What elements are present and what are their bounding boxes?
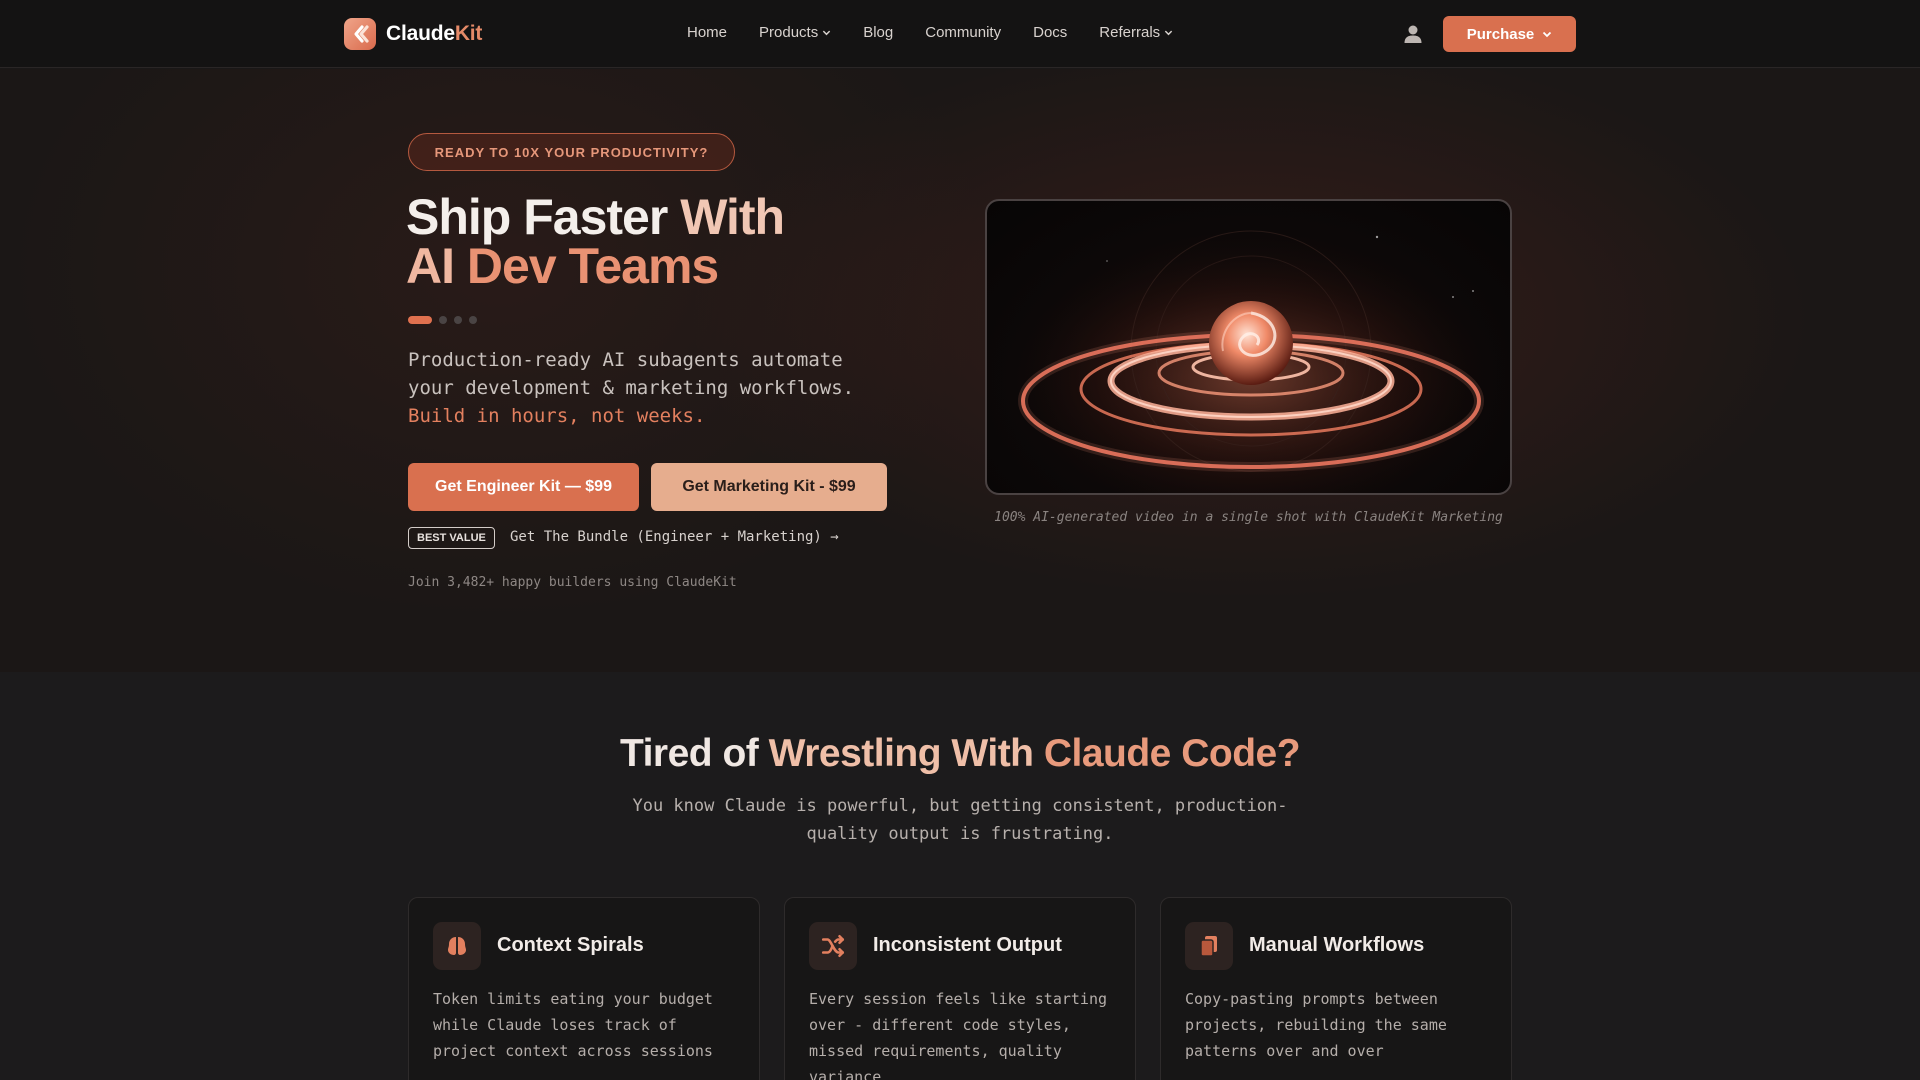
card-description: Copy-pasting prompts between projects, r… [1185, 990, 1447, 1060]
nav-link-docs[interactable]: Docs [1033, 24, 1067, 41]
nav-link-community[interactable]: Community [925, 24, 1001, 41]
carousel-dot-active[interactable] [408, 316, 432, 324]
shuffle-icon [809, 922, 857, 970]
brain-icon [433, 922, 481, 970]
card-title: Inconsistent Output [873, 934, 1062, 956]
claudekit-logo-icon [344, 18, 376, 50]
card-title: Manual Workflows [1249, 934, 1425, 956]
problem-card-context-spirals: Context Spirals Token limits eating your… [408, 897, 760, 1080]
carousel-dot[interactable] [439, 316, 447, 324]
logo[interactable]: ClaudeKit [344, 18, 482, 50]
chevron-down-icon [1543, 31, 1552, 38]
nav-link-home[interactable]: Home [687, 24, 727, 41]
video-caption: 100% AI-generated video in a single shot… [994, 510, 1503, 525]
chevron-down-icon [823, 30, 831, 36]
user-icon[interactable] [1402, 23, 1424, 45]
copy-icon [1185, 922, 1233, 970]
logo-text: ClaudeKit [386, 22, 483, 45]
hero-title: Ship Faster With AI Dev Teams [406, 189, 785, 294]
bundle-link[interactable]: Get The Bundle (Engineer + Marketing) → [510, 529, 839, 545]
nav-link-referrals[interactable]: Referrals [1099, 24, 1173, 41]
video-portal-visual [987, 201, 1510, 493]
hero-description-highlight: Build in hours, not weeks. [408, 405, 706, 427]
chevron-down-icon [1164, 30, 1173, 36]
nav-link-products[interactable]: Products [759, 24, 831, 41]
purchase-button[interactable]: Purchase [1443, 16, 1576, 52]
hero-section [0, 69, 1920, 672]
hero-description: Production-ready AI subagents automate y… [408, 349, 855, 427]
carousel-dots [408, 316, 477, 324]
nav-link-blog[interactable]: Blog [863, 24, 893, 41]
hero-video[interactable] [985, 199, 1512, 495]
productivity-badge: READY TO 10X YOUR PRODUCTIVITY? [408, 133, 735, 171]
card-title: Context Spirals [497, 934, 644, 956]
card-description: Token limits eating your budget while Cl… [433, 990, 713, 1060]
carousel-dot[interactable] [469, 316, 477, 324]
problem-subtitle: You know Claude is powerful, but getting… [632, 796, 1288, 844]
problem-card-inconsistent-output: Inconsistent Output Every session feels … [784, 897, 1136, 1080]
carousel-dot[interactable] [454, 316, 462, 324]
problem-card-manual-workflows: Manual Workflows Copy-pasting prompts be… [1160, 897, 1512, 1080]
card-description: Every session feels like starting over -… [809, 990, 1108, 1080]
get-engineer-kit-button[interactable]: Get Engineer Kit — $99 [408, 463, 639, 511]
get-marketing-kit-button[interactable]: Get Marketing Kit - $99 [651, 463, 887, 511]
best-value-badge: BEST VALUE [408, 527, 495, 549]
social-proof-text: Join 3,482+ happy builders using ClaudeK… [408, 575, 737, 590]
top-nav: ClaudeKit Home Products Blog Community D… [0, 0, 1920, 68]
nav-links: Home Products Blog Community Docs Referr… [687, 24, 1173, 41]
problem-title: Tired of Wrestling With Claude Code? [619, 732, 1301, 775]
